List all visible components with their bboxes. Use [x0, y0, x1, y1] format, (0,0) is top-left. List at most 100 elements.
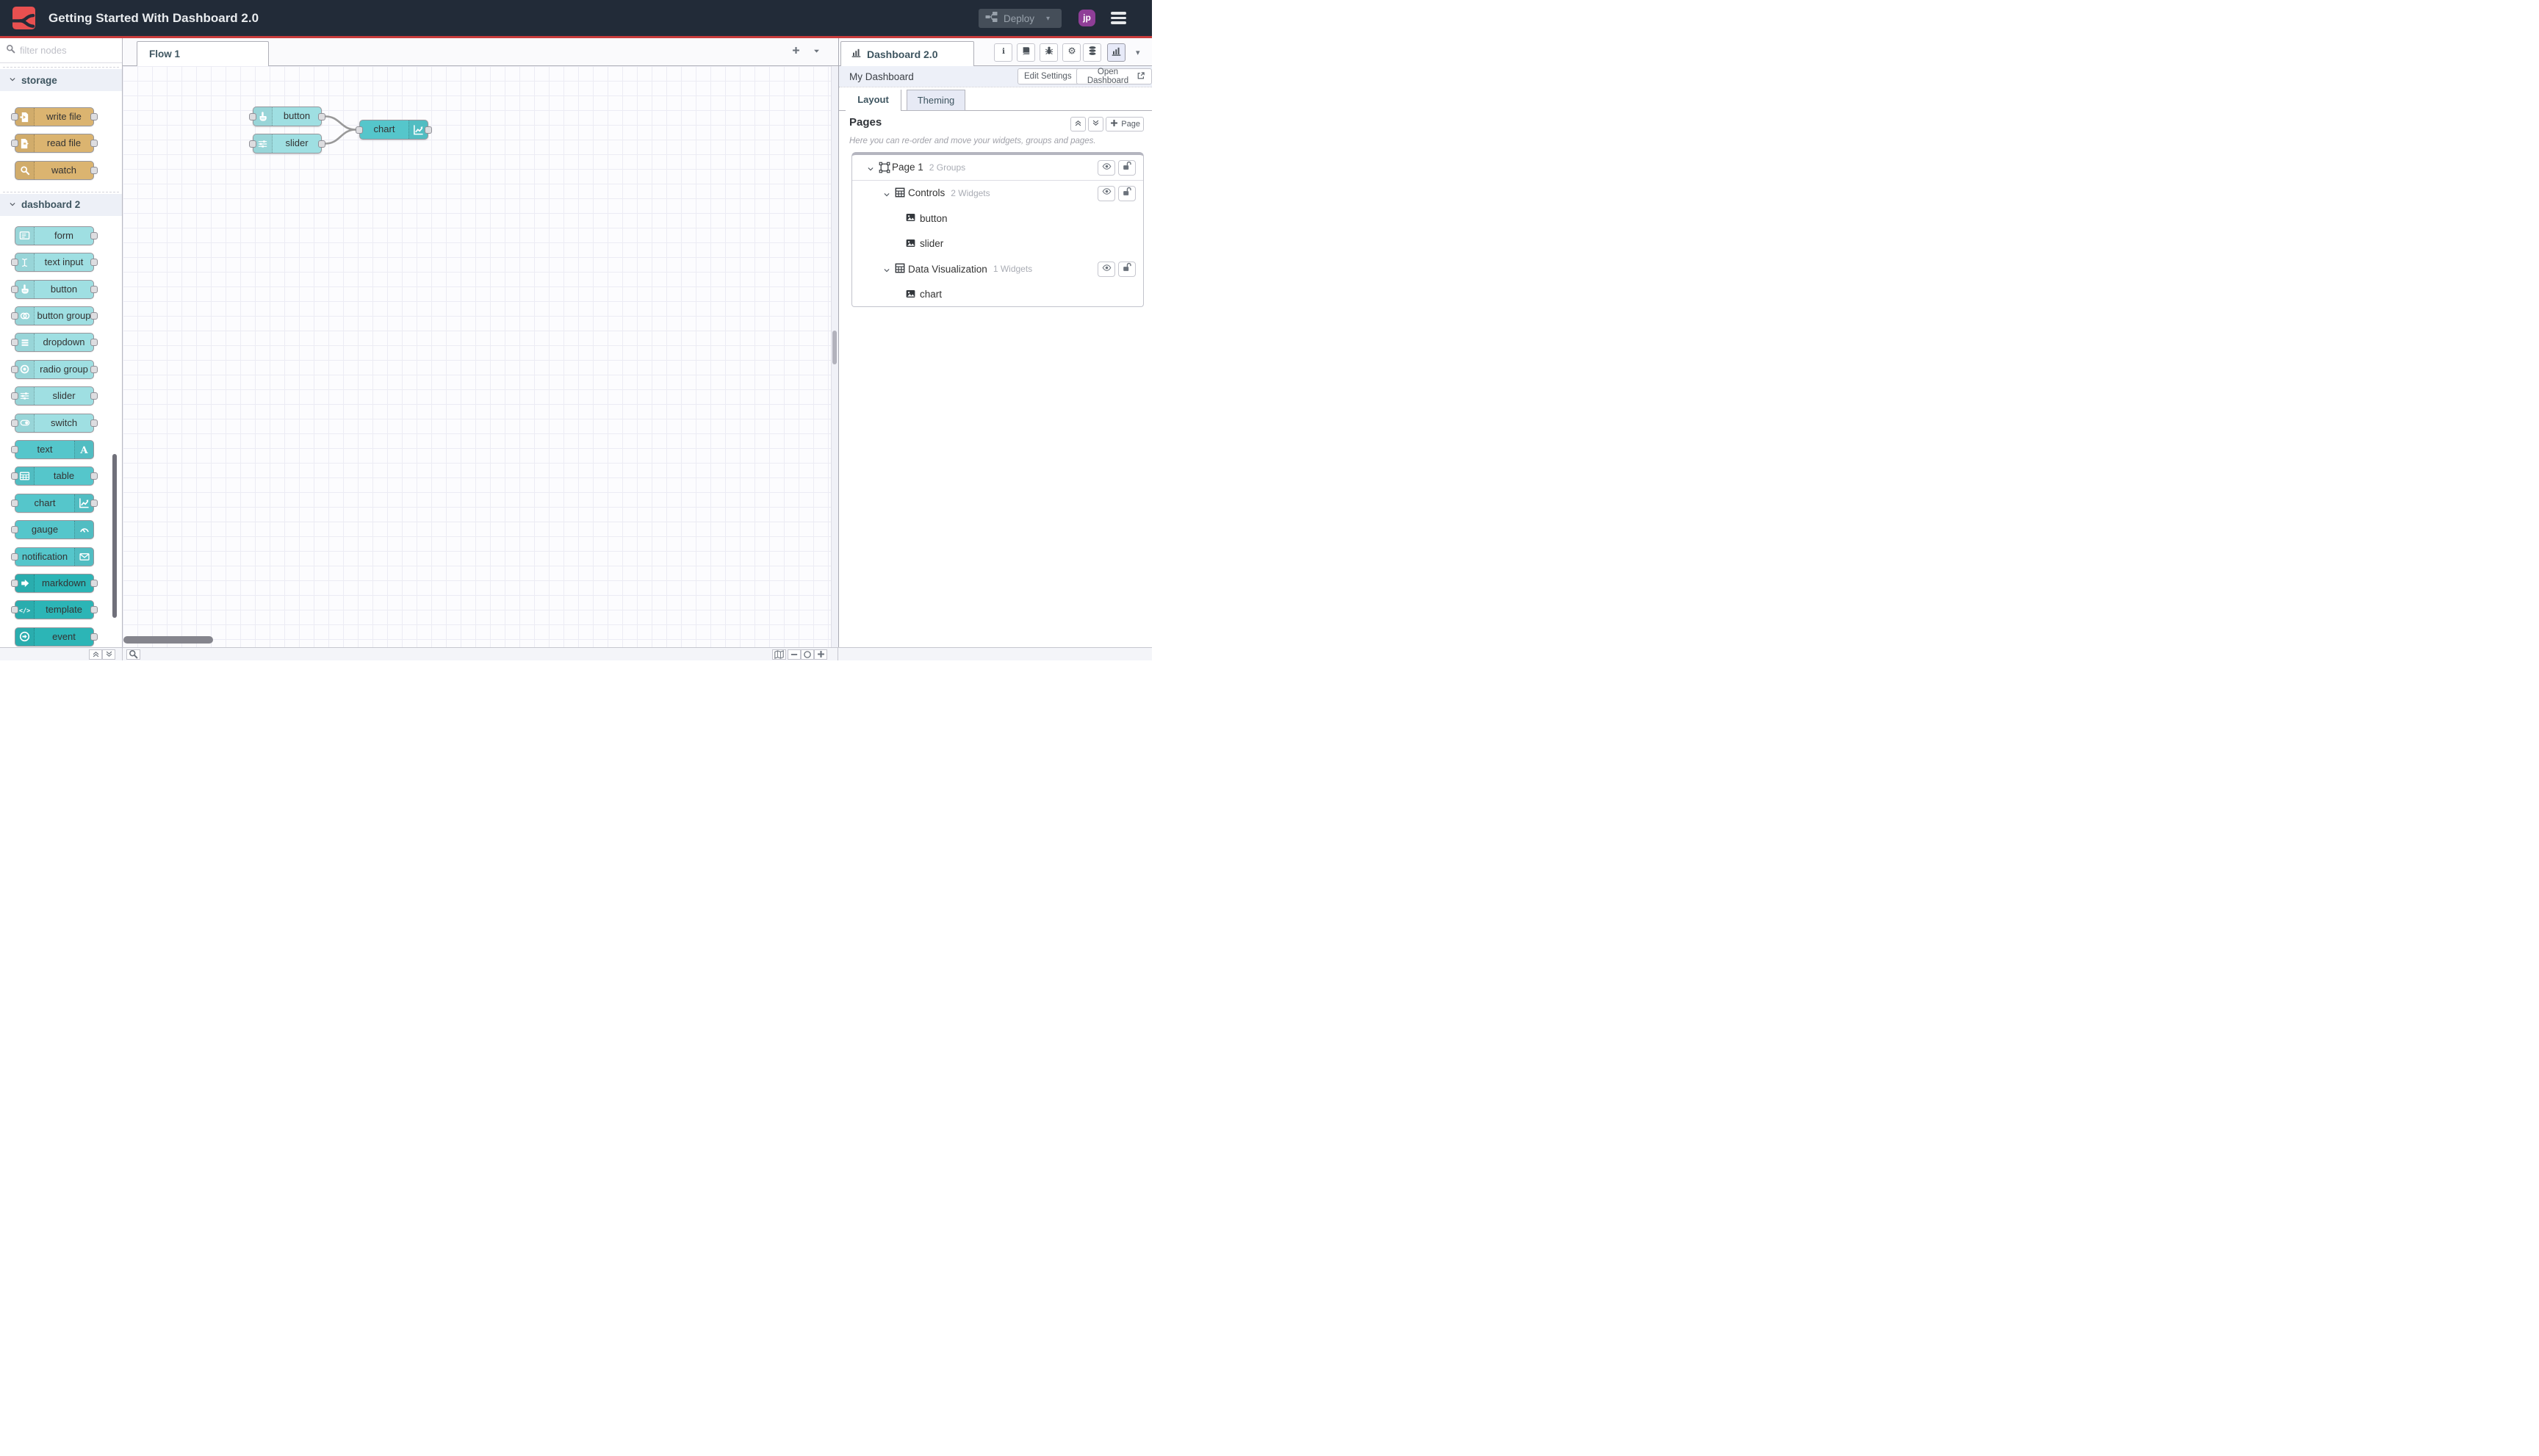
- chevron-down-icon[interactable]: [883, 264, 890, 278]
- output-port[interactable]: [90, 113, 98, 120]
- chevron-down-icon[interactable]: [867, 163, 874, 176]
- sidebar-tool-layers-button[interactable]: [1083, 43, 1101, 62]
- input-port[interactable]: [11, 113, 18, 120]
- output-port[interactable]: [90, 419, 98, 427]
- palette-node-write-file[interactable]: write file: [11, 107, 98, 126]
- output-port[interactable]: [90, 472, 98, 480]
- flow-canvas[interactable]: button slider chart: [123, 66, 838, 647]
- canvas-map-button[interactable]: [772, 649, 786, 660]
- palette-node-event[interactable]: event: [15, 627, 98, 646]
- output-port[interactable]: [90, 140, 98, 148]
- output-port[interactable]: [90, 365, 98, 373]
- palette-scrollbar[interactable]: [112, 454, 117, 618]
- palette-category-storage[interactable]: storage: [0, 69, 122, 91]
- wire[interactable]: [325, 115, 356, 131]
- output-port[interactable]: [90, 606, 98, 614]
- input-port[interactable]: [11, 285, 18, 293]
- palette-node-chart[interactable]: chart: [11, 493, 98, 513]
- palette-node-gauge[interactable]: gauge: [11, 520, 94, 540]
- sidebar-tool-gear-button[interactable]: ⚙: [1062, 43, 1081, 62]
- palette-node-form[interactable]: form: [15, 226, 98, 245]
- output-port[interactable]: [90, 312, 98, 320]
- sidebar-caret-icon[interactable]: ▾: [1136, 48, 1140, 57]
- open-dashboard-button[interactable]: Open Dashboard: [1076, 68, 1152, 85]
- input-port[interactable]: [11, 552, 18, 561]
- hamburger-menu-icon[interactable]: [1111, 12, 1126, 24]
- input-port[interactable]: [11, 140, 18, 148]
- chevrons-up-button[interactable]: [1070, 117, 1087, 131]
- output-port[interactable]: [90, 285, 98, 293]
- palette-node-text[interactable]: text A: [11, 440, 94, 459]
- tree-row-data-visualization[interactable]: Data Visualization 1 Widgets: [852, 256, 1143, 282]
- palette-node-markdown[interactable]: markdown: [11, 574, 98, 593]
- output-port[interactable]: [90, 392, 98, 400]
- canvas-horizontal-scrollbar[interactable]: [123, 636, 213, 644]
- palette-node-notification[interactable]: notification: [11, 547, 94, 566]
- canvas-vertical-scrollbar[interactable]: [832, 331, 837, 364]
- output-port[interactable]: [425, 126, 432, 134]
- tab-layout[interactable]: Layout: [846, 90, 901, 111]
- canvas-node-button[interactable]: button: [249, 107, 325, 126]
- input-port[interactable]: [249, 140, 256, 148]
- tab-flow-1[interactable]: Flow 1: [137, 41, 269, 66]
- input-port[interactable]: [11, 446, 18, 453]
- canvas-search-button[interactable]: [126, 649, 140, 660]
- deploy-caret-icon[interactable]: ▾: [1046, 15, 1050, 23]
- palette-node-dropdown[interactable]: dropdown: [11, 333, 98, 353]
- lock-open-button[interactable]: [1118, 160, 1136, 176]
- avatar[interactable]: jp: [1078, 10, 1095, 26]
- tab-theming[interactable]: Theming: [907, 90, 965, 111]
- input-port[interactable]: [11, 606, 18, 614]
- input-port[interactable]: [11, 259, 18, 267]
- canvas-node-slider[interactable]: slider: [249, 134, 325, 154]
- sidebar-tool-info-button[interactable]: i: [994, 43, 1012, 62]
- input-port[interactable]: [11, 339, 18, 347]
- output-port[interactable]: [90, 231, 98, 239]
- input-port[interactable]: [11, 419, 18, 427]
- flow-list-button[interactable]: [813, 46, 821, 59]
- canvas-circle-button[interactable]: [801, 649, 814, 660]
- tree-row-slider[interactable]: slider: [852, 231, 1143, 257]
- canvas-minus-button[interactable]: [788, 649, 801, 660]
- add-flow-button[interactable]: [791, 46, 801, 59]
- output-port[interactable]: [90, 166, 98, 174]
- sidebar-tool-bug-button[interactable]: [1040, 43, 1058, 62]
- eye-button[interactable]: [1098, 262, 1115, 277]
- tree-row-page-1[interactable]: Page 1 2 Groups: [852, 155, 1143, 181]
- output-port[interactable]: [90, 259, 98, 267]
- tree-row-button[interactable]: button: [852, 206, 1143, 231]
- tab-dashboard-2[interactable]: Dashboard 2.0: [840, 41, 974, 66]
- palette-node-button-group[interactable]: button group: [11, 306, 98, 325]
- tree-row-chart[interactable]: chart: [852, 282, 1143, 307]
- input-port[interactable]: [11, 526, 18, 534]
- wire[interactable]: [325, 129, 356, 145]
- output-port[interactable]: [90, 633, 98, 641]
- input-port[interactable]: [11, 472, 18, 480]
- chevrons-down-button[interactable]: [1088, 117, 1104, 131]
- palette-node-button[interactable]: button: [11, 279, 98, 299]
- palette-chevrons-up-button[interactable]: [89, 649, 102, 660]
- canvas-plus-button[interactable]: [814, 649, 827, 660]
- output-port[interactable]: [318, 140, 325, 148]
- sidebar-tool-chart-bars-button[interactable]: [1107, 43, 1126, 62]
- output-port[interactable]: [90, 339, 98, 347]
- palette-chevrons-down-button[interactable]: [102, 649, 115, 660]
- deploy-button[interactable]: Deploy ▾: [979, 9, 1062, 28]
- output-port[interactable]: [318, 112, 325, 120]
- input-port[interactable]: [11, 392, 18, 400]
- input-port[interactable]: [11, 499, 18, 507]
- palette-category-dashboard-2[interactable]: dashboard 2: [0, 193, 122, 216]
- add-page-button[interactable]: Page: [1106, 117, 1144, 131]
- eye-button[interactable]: [1098, 160, 1115, 176]
- lock-open-button[interactable]: [1118, 185, 1136, 201]
- eye-button[interactable]: [1098, 185, 1115, 201]
- input-port[interactable]: [11, 365, 18, 373]
- palette-node-template[interactable]: </> template: [11, 600, 98, 620]
- palette-node-text-input[interactable]: text input: [11, 253, 98, 273]
- output-port[interactable]: [90, 499, 98, 507]
- input-port[interactable]: [11, 312, 18, 320]
- lock-open-button[interactable]: [1118, 262, 1136, 277]
- sidebar-tool-book-button[interactable]: [1017, 43, 1035, 62]
- input-port[interactable]: [249, 112, 256, 120]
- palette-node-slider[interactable]: slider: [11, 386, 98, 406]
